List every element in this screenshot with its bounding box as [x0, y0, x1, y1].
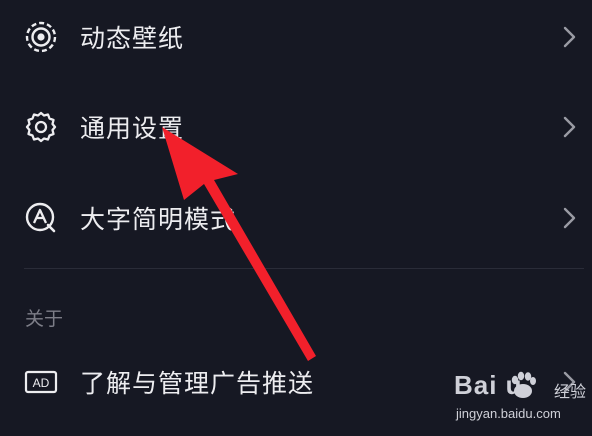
live-wallpaper-icon: [24, 20, 58, 54]
gear-icon: [24, 110, 58, 144]
menu-item-label: 通用设置: [80, 114, 185, 143]
chevron-right-icon: [563, 207, 576, 229]
menu-item-label: 大字简明模式: [80, 205, 237, 234]
menu-item-label: 了解与管理广告推送: [80, 369, 315, 398]
menu-item-live-wallpaper[interactable]: 动态壁纸: [0, 2, 592, 72]
baidu-watermark: Bai u 经验 jingyan.baidu.com: [444, 364, 592, 436]
svg-text:AD: AD: [33, 376, 50, 390]
section-divider: [24, 268, 584, 269]
watermark-brand: 经验: [554, 382, 587, 401]
watermark-url: jingyan.baidu.com: [456, 406, 561, 421]
menu-item-large-font-mode[interactable]: 大字简明模式: [0, 183, 592, 253]
large-font-icon: [24, 201, 58, 235]
ad-icon: AD: [24, 365, 58, 399]
paw-logo-icon: [511, 371, 536, 398]
chevron-right-icon: [563, 26, 576, 48]
menu-item-general-settings[interactable]: 通用设置: [0, 92, 592, 162]
chevron-right-icon: [563, 116, 576, 138]
menu-item-label: 动态壁纸: [80, 24, 185, 53]
section-title-about: 关于: [25, 308, 64, 330]
